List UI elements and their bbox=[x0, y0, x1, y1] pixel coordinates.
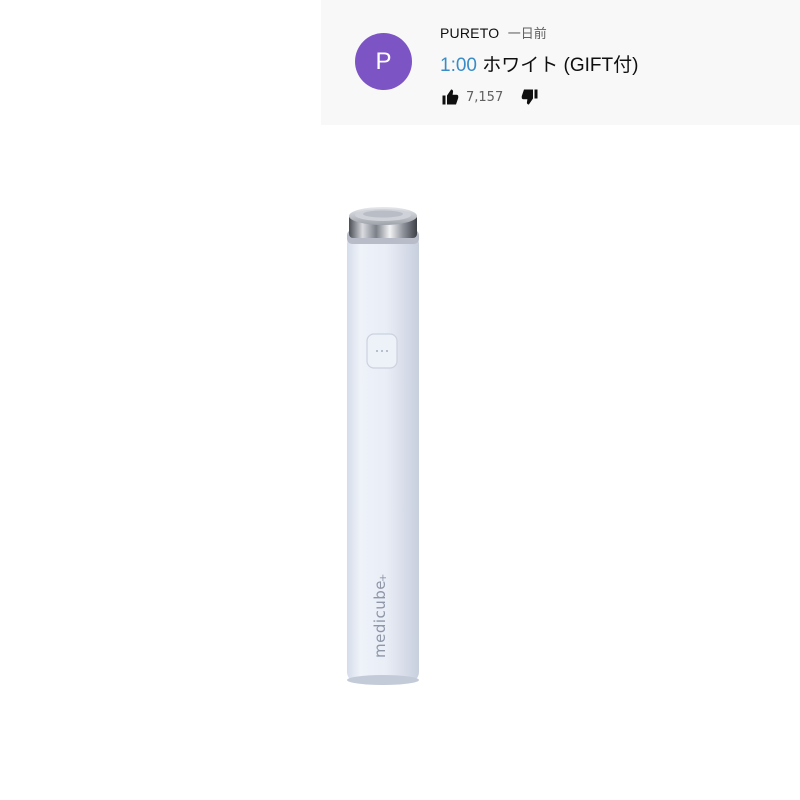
timestamp-link[interactable]: 1:00 bbox=[440, 55, 477, 76]
product-image: medicube + bbox=[333, 190, 433, 690]
beauty-device-illustration: medicube + bbox=[347, 207, 419, 685]
comment-body: ホワイト (GIFT付) bbox=[476, 55, 639, 76]
device-brand-text: medicube bbox=[371, 580, 389, 658]
like-count: 7,157 bbox=[466, 89, 504, 105]
avatar[interactable]: P bbox=[355, 33, 412, 90]
thumbs-up-icon[interactable] bbox=[440, 87, 460, 107]
avatar-letter: P bbox=[375, 47, 392, 75]
comment-actions: 7,157 bbox=[440, 87, 540, 107]
comment-meta: PURETO 一日前 bbox=[440, 24, 547, 44]
comment-time[interactable]: 一日前 bbox=[508, 27, 547, 42]
svg-text:+: + bbox=[378, 574, 389, 582]
comment-card: P PURETO 一日前 1:00 ホワイト (GIFT付) 7,157 bbox=[321, 0, 800, 125]
author-name[interactable]: PURETO bbox=[440, 25, 499, 41]
thumbs-down-icon[interactable] bbox=[520, 87, 540, 107]
comment-text: 1:00 ホワイト (GIFT付) bbox=[440, 53, 638, 79]
